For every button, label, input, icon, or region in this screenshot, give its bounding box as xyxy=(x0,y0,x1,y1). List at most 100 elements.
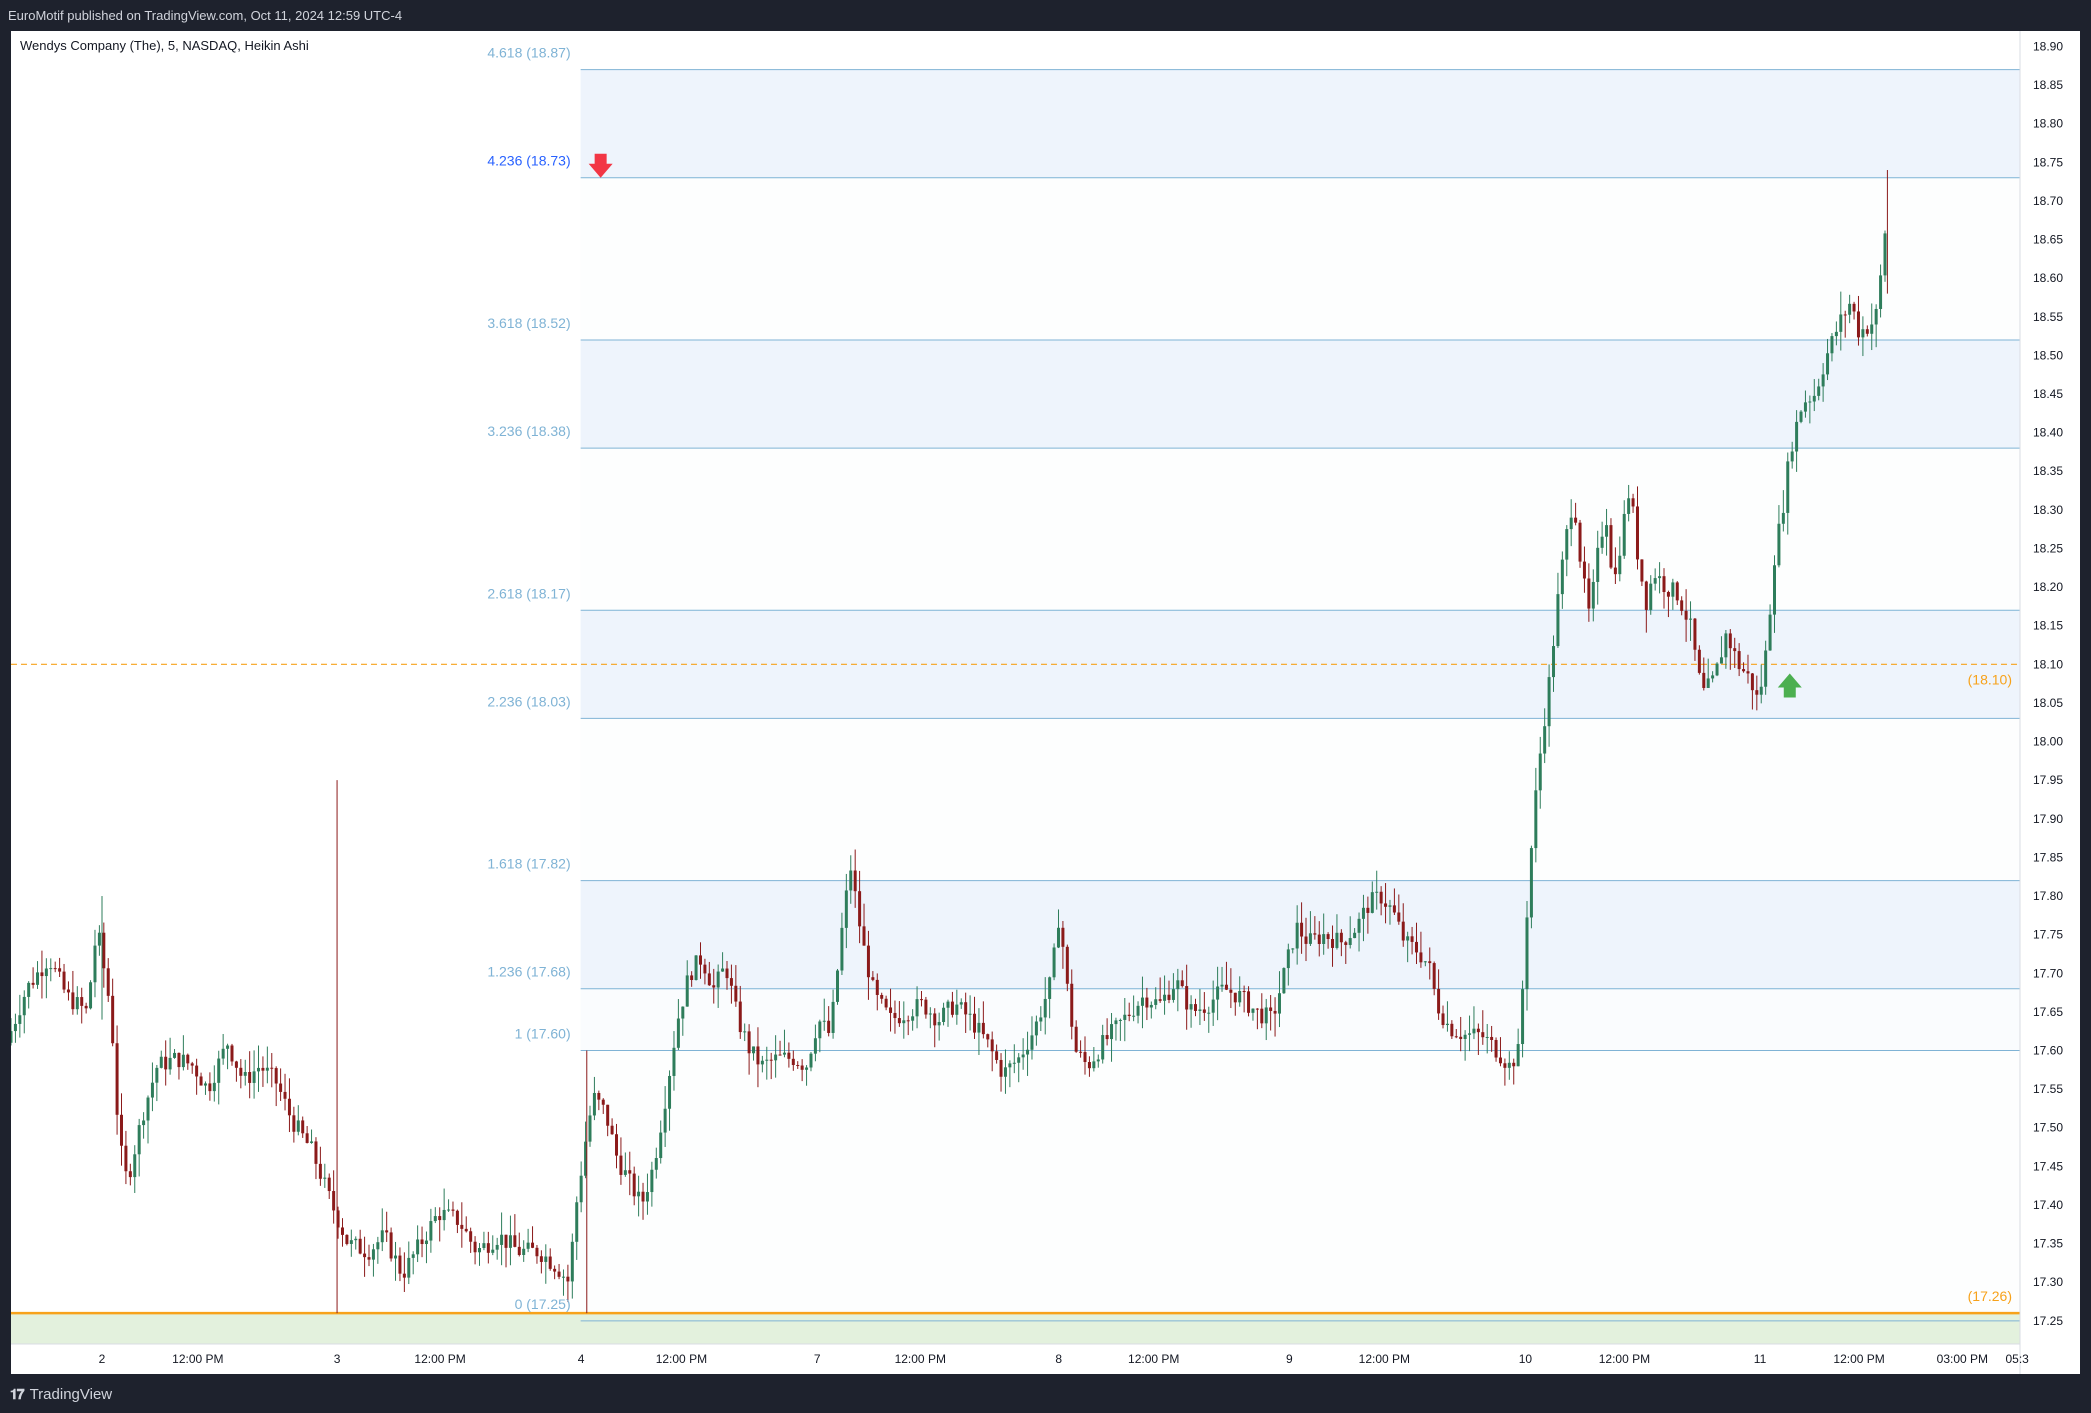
candle-body xyxy=(1083,1052,1087,1063)
price-tick-label: 18.05 xyxy=(2033,696,2063,710)
candlestick-chart[interactable]: (18.10) (17.26) 4.618 (18.87) 4.236 (18.73… xyxy=(9,31,2080,1374)
candle-body xyxy=(782,1052,786,1055)
candle-body xyxy=(314,1141,318,1164)
price-tick-label: 17.30 xyxy=(2033,1275,2063,1289)
candle-body xyxy=(1627,498,1631,514)
fib-zone xyxy=(580,177,2020,340)
candle-body xyxy=(287,1098,291,1116)
candle-body xyxy=(398,1255,402,1274)
candle-body xyxy=(769,1059,773,1061)
candle-body xyxy=(513,1235,517,1247)
candle-body xyxy=(230,1045,234,1062)
candle-body xyxy=(40,972,44,977)
tradingview-logo-icon: ⁠𝟏𝟕 xyxy=(10,1386,25,1402)
candle-body xyxy=(1843,314,1847,316)
candle-body xyxy=(1565,529,1569,560)
candle-body xyxy=(1282,968,1286,994)
price-tick-label: 17.60 xyxy=(2033,1044,2063,1058)
candle-body xyxy=(645,1192,649,1202)
candle-body xyxy=(1786,461,1790,513)
candle-body xyxy=(632,1173,636,1197)
fib-label: 1 (17.60) xyxy=(515,1026,571,1042)
candle-body xyxy=(1034,1021,1038,1036)
price-tick-label: 18.25 xyxy=(2033,541,2063,555)
candle-body xyxy=(252,1071,256,1083)
candle-body xyxy=(500,1234,504,1245)
time-tick-label: 12:00 PM xyxy=(1359,1352,1410,1366)
time-scale[interactable]: 2 12:00 PM 3 12:00 PM 4 12:00 PM 7 12:00 PM 8 12:… xyxy=(99,1352,2030,1366)
candle-body xyxy=(570,1241,574,1282)
candle-body xyxy=(367,1257,371,1260)
candle-body xyxy=(1658,576,1662,579)
time-tick-label: 12:00 PM xyxy=(895,1352,946,1366)
candle-body xyxy=(1476,1028,1480,1033)
candle-body xyxy=(893,1012,897,1019)
candle-body xyxy=(1269,1007,1273,1011)
candle-body xyxy=(1556,594,1560,647)
candle-body xyxy=(389,1232,393,1259)
candle-body xyxy=(588,1115,592,1142)
candle-body xyxy=(1498,1057,1502,1064)
candle-body xyxy=(986,1034,990,1040)
candle-body xyxy=(787,1052,791,1059)
symbol-legend[interactable]: Wendys Company (The), 5, NASDAQ, Heikin … xyxy=(20,38,309,53)
candle-body xyxy=(1021,1054,1025,1058)
candle-body xyxy=(1326,934,1330,940)
candle-body xyxy=(1516,1044,1520,1067)
candle-body xyxy=(999,1059,1003,1077)
candle-body xyxy=(1662,576,1666,593)
candle-body xyxy=(1348,938,1352,945)
candle-body xyxy=(177,1052,181,1068)
candle-body xyxy=(124,1145,128,1172)
candle-body xyxy=(1795,421,1799,452)
candle-body xyxy=(1759,686,1763,695)
candle-body xyxy=(1697,649,1701,673)
candle-body xyxy=(1260,1008,1264,1024)
candle-body xyxy=(1171,989,1175,1000)
candle-body xyxy=(1335,932,1339,948)
price-tick-label: 18.60 xyxy=(2033,271,2063,285)
candle-body xyxy=(1030,1035,1034,1050)
candle-body xyxy=(1202,1009,1206,1013)
candle-body xyxy=(1370,892,1374,913)
candle-body xyxy=(694,955,698,980)
support-zone xyxy=(11,1313,2020,1344)
candle-body xyxy=(345,1234,349,1244)
candle-body xyxy=(1291,948,1295,950)
candle-body xyxy=(358,1238,362,1254)
price-tick-label: 17.35 xyxy=(2033,1237,2063,1251)
candle-body xyxy=(990,1039,994,1052)
candle-body xyxy=(942,1007,946,1022)
candle-body xyxy=(517,1246,521,1255)
candle-body xyxy=(1251,1008,1255,1013)
candle-body xyxy=(1848,303,1852,315)
time-tick-label: 3 xyxy=(334,1352,341,1366)
candle-body xyxy=(1680,600,1684,611)
price-tick-label: 18.65 xyxy=(2033,233,2063,247)
chart-area[interactable]: (18.10) (17.26) 4.618 (18.87) 4.236 (18.73… xyxy=(9,31,2080,1374)
time-tick-label: 12:00 PM xyxy=(172,1352,223,1366)
price-tick-label: 18.35 xyxy=(2033,464,2063,478)
candle-body xyxy=(1105,1035,1109,1040)
candle-body xyxy=(840,927,844,971)
time-tick-label: 12:00 PM xyxy=(656,1352,707,1366)
candle-body xyxy=(265,1067,269,1071)
candle-body xyxy=(80,997,84,1006)
price-scale[interactable]: 18.90 18.85 18.80 18.75 18.70 18.65 18.60 18.55… xyxy=(2033,39,2063,1327)
candle-body xyxy=(659,1132,663,1159)
footer-bar: ⁠𝟏𝟕 TradingView xyxy=(0,1376,2091,1413)
fib-label: 2.236 (18.03) xyxy=(487,693,570,709)
candle-body xyxy=(959,1002,963,1005)
candle-body xyxy=(1136,1005,1140,1016)
candle-body xyxy=(53,968,57,970)
fib-label: 1.236 (17.68) xyxy=(487,964,570,980)
candle-body xyxy=(1043,998,1047,1018)
time-tick-label: 9 xyxy=(1286,1352,1293,1366)
candle-body xyxy=(212,1082,216,1092)
candle-body xyxy=(809,1053,813,1068)
candle-body xyxy=(164,1056,168,1070)
candle-body xyxy=(685,975,689,1007)
candle-body xyxy=(946,1001,950,1008)
candle-body xyxy=(36,972,40,985)
candle-body xyxy=(690,975,694,980)
